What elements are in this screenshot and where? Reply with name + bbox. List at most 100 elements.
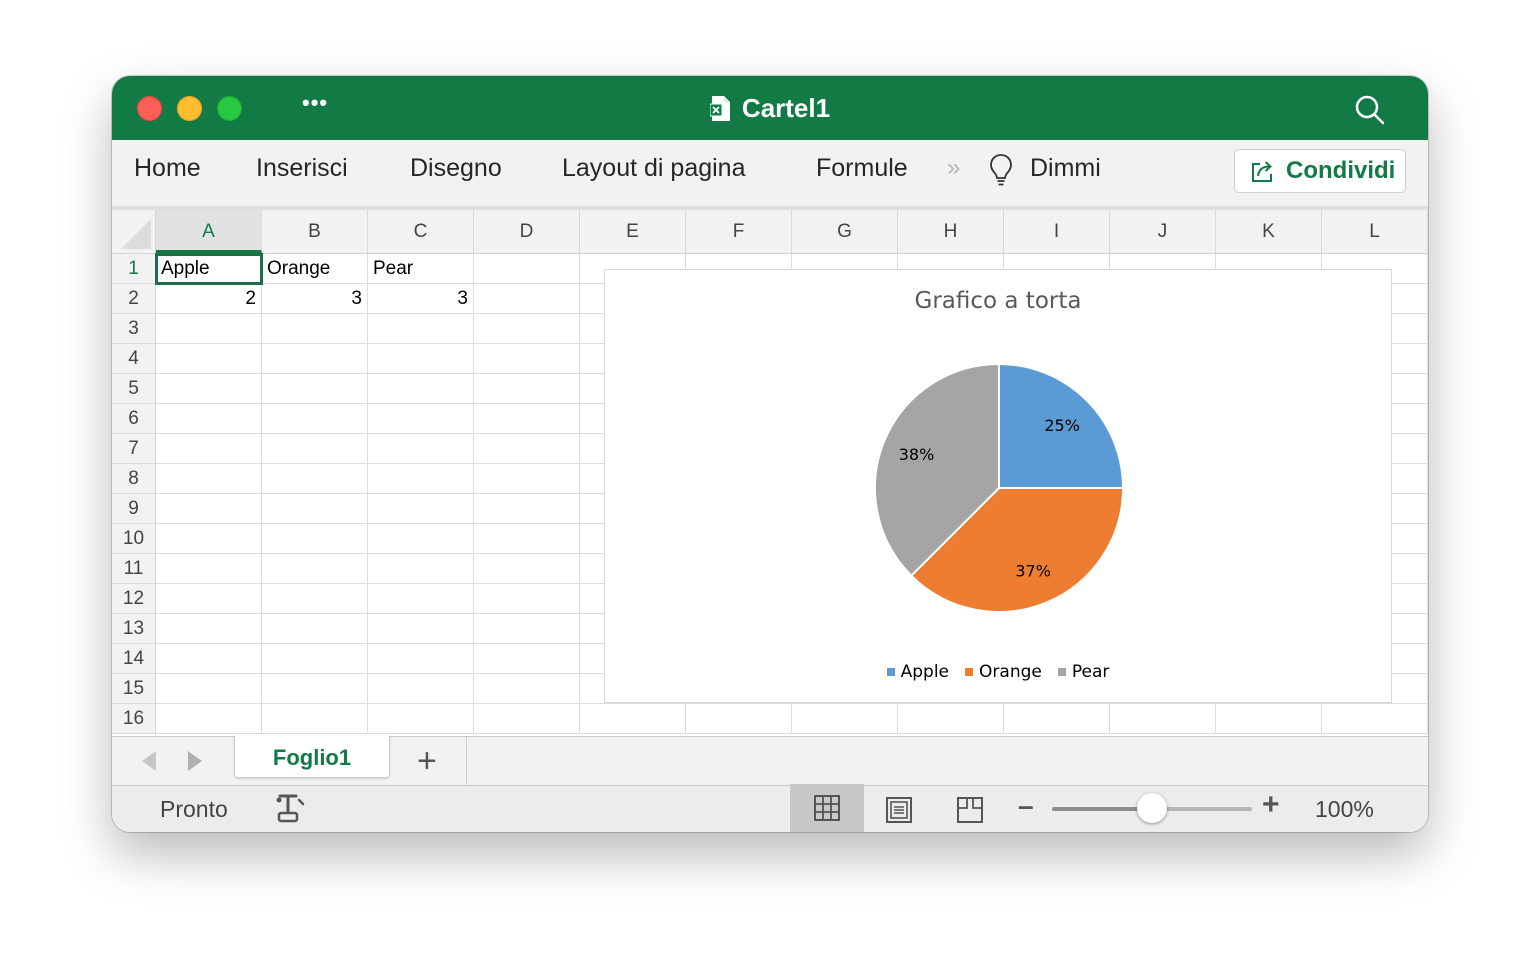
row-header-11[interactable]: 11 bbox=[112, 554, 155, 584]
sheet-tab-foglio1[interactable]: Foglio1 bbox=[234, 736, 390, 778]
ribbon-overflow-chevron-icon[interactable]: » bbox=[947, 154, 961, 182]
page-layout-view-icon[interactable] bbox=[885, 796, 913, 824]
cell-d13[interactable] bbox=[474, 614, 580, 644]
cell-e16[interactable] bbox=[580, 704, 686, 734]
cell-b3[interactable] bbox=[262, 314, 368, 344]
cell-c8[interactable] bbox=[368, 464, 474, 494]
column-header-j[interactable]: J bbox=[1110, 210, 1216, 253]
row-header-2[interactable]: 2 bbox=[112, 284, 155, 314]
cell-k16[interactable] bbox=[1216, 704, 1322, 734]
row-header-14[interactable]: 14 bbox=[112, 644, 155, 674]
row-header-9[interactable]: 9 bbox=[112, 494, 155, 524]
cell-a11[interactable] bbox=[156, 554, 262, 584]
cell-b4[interactable] bbox=[262, 344, 368, 374]
cell-a2[interactable]: 2 bbox=[156, 284, 262, 314]
normal-view-button[interactable] bbox=[790, 784, 864, 832]
row-header-3[interactable]: 3 bbox=[112, 314, 155, 344]
cell-a6[interactable] bbox=[156, 404, 262, 434]
zoom-out-button[interactable]: – bbox=[1018, 790, 1034, 822]
previous-sheet-arrow-icon[interactable] bbox=[142, 751, 156, 771]
cell-b16[interactable] bbox=[262, 704, 368, 734]
column-header-h[interactable]: H bbox=[898, 210, 1004, 253]
row-header-16[interactable]: 16 bbox=[112, 704, 155, 734]
column-header-k[interactable]: K bbox=[1216, 210, 1322, 253]
cell-c16[interactable] bbox=[368, 704, 474, 734]
cell-d11[interactable] bbox=[474, 554, 580, 584]
cell-b10[interactable] bbox=[262, 524, 368, 554]
cell-d15[interactable] bbox=[474, 674, 580, 704]
cell-c15[interactable] bbox=[368, 674, 474, 704]
cell-d9[interactable] bbox=[474, 494, 580, 524]
cell-c9[interactable] bbox=[368, 494, 474, 524]
cell-d14[interactable] bbox=[474, 644, 580, 674]
cell-b1[interactable]: Orange bbox=[262, 254, 368, 284]
page-break-view-icon[interactable] bbox=[956, 796, 984, 824]
cell-d16[interactable] bbox=[474, 704, 580, 734]
cell-b6[interactable] bbox=[262, 404, 368, 434]
cell-b14[interactable] bbox=[262, 644, 368, 674]
cell-a3[interactable] bbox=[156, 314, 262, 344]
cell-c3[interactable] bbox=[368, 314, 474, 344]
row-header-8[interactable]: 8 bbox=[112, 464, 155, 494]
cell-b15[interactable] bbox=[262, 674, 368, 704]
cell-d3[interactable] bbox=[474, 314, 580, 344]
cell-i16[interactable] bbox=[1004, 704, 1110, 734]
cell-f16[interactable] bbox=[686, 704, 792, 734]
row-header-15[interactable]: 15 bbox=[112, 674, 155, 704]
cell-c13[interactable] bbox=[368, 614, 474, 644]
cell-c4[interactable] bbox=[368, 344, 474, 374]
tab-dimmi[interactable]: Dimmi bbox=[1030, 154, 1101, 183]
cell-a12[interactable] bbox=[156, 584, 262, 614]
cell-h16[interactable] bbox=[898, 704, 1004, 734]
row-header-1[interactable]: 1 bbox=[112, 254, 155, 284]
cell-d2[interactable] bbox=[474, 284, 580, 314]
cell-a9[interactable] bbox=[156, 494, 262, 524]
cell-a13[interactable] bbox=[156, 614, 262, 644]
column-header-e[interactable]: E bbox=[580, 210, 686, 253]
cell-c1[interactable]: Pear bbox=[368, 254, 474, 284]
row-header-10[interactable]: 10 bbox=[112, 524, 155, 554]
next-sheet-arrow-icon[interactable] bbox=[188, 751, 202, 771]
tab-formule[interactable]: Formule bbox=[816, 154, 908, 183]
zoom-in-button[interactable]: + bbox=[1262, 788, 1280, 822]
column-header-a[interactable]: A bbox=[156, 210, 262, 253]
row-header-12[interactable]: 12 bbox=[112, 584, 155, 614]
cell-d5[interactable] bbox=[474, 374, 580, 404]
cell-g16[interactable] bbox=[792, 704, 898, 734]
column-header-l[interactable]: L bbox=[1322, 210, 1428, 253]
cell-c14[interactable] bbox=[368, 644, 474, 674]
cell-c10[interactable] bbox=[368, 524, 474, 554]
cell-c2[interactable]: 3 bbox=[368, 284, 474, 314]
cell-d1[interactable] bbox=[474, 254, 580, 284]
row-header-6[interactable]: 6 bbox=[112, 404, 155, 434]
cell-c6[interactable] bbox=[368, 404, 474, 434]
row-header-13[interactable]: 13 bbox=[112, 614, 155, 644]
cell-d10[interactable] bbox=[474, 524, 580, 554]
cell-d8[interactable] bbox=[474, 464, 580, 494]
pie-chart[interactable]: Grafico a torta 25% 37% 38% Apple Orange Pea… bbox=[604, 269, 1392, 703]
cell-b12[interactable] bbox=[262, 584, 368, 614]
cell-b9[interactable] bbox=[262, 494, 368, 524]
cell-d4[interactable] bbox=[474, 344, 580, 374]
cell-a15[interactable] bbox=[156, 674, 262, 704]
cell-d7[interactable] bbox=[474, 434, 580, 464]
cell-d12[interactable] bbox=[474, 584, 580, 614]
zoom-slider-knob[interactable] bbox=[1137, 793, 1167, 823]
search-icon[interactable] bbox=[1354, 94, 1386, 126]
row-header-4[interactable]: 4 bbox=[112, 344, 155, 374]
cell-a16[interactable] bbox=[156, 704, 262, 734]
column-header-c[interactable]: C bbox=[368, 210, 474, 253]
cell-a7[interactable] bbox=[156, 434, 262, 464]
cell-c11[interactable] bbox=[368, 554, 474, 584]
row-header-5[interactable]: 5 bbox=[112, 374, 155, 404]
cell-d6[interactable] bbox=[474, 404, 580, 434]
column-header-g[interactable]: G bbox=[792, 210, 898, 253]
select-all-corner[interactable] bbox=[112, 210, 156, 254]
cell-c5[interactable] bbox=[368, 374, 474, 404]
row-header-7[interactable]: 7 bbox=[112, 434, 155, 464]
cell-a8[interactable] bbox=[156, 464, 262, 494]
cell-a4[interactable] bbox=[156, 344, 262, 374]
cell-a1[interactable]: Apple bbox=[155, 253, 263, 285]
zoom-level[interactable]: 100% bbox=[1315, 796, 1374, 823]
cell-a14[interactable] bbox=[156, 644, 262, 674]
